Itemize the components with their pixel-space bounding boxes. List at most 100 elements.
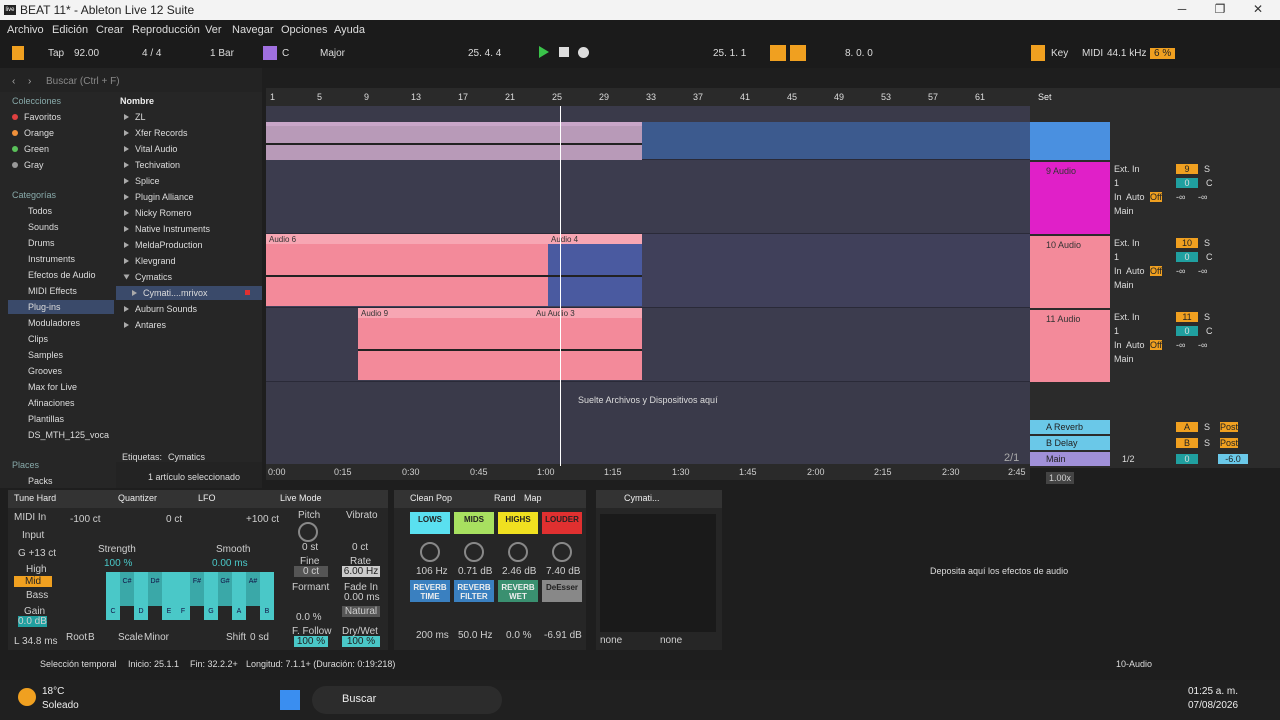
track-number[interactable]: 10 bbox=[1176, 238, 1198, 248]
highs-knob[interactable] bbox=[508, 542, 528, 562]
high-button[interactable]: High bbox=[26, 564, 47, 575]
list-item-selected[interactable]: Cymati....mrivox bbox=[116, 286, 262, 300]
lows-button[interactable]: LOWS bbox=[410, 512, 450, 534]
monitor-auto[interactable]: Auto bbox=[1126, 192, 1145, 202]
stop-icon[interactable] bbox=[559, 47, 569, 57]
follow-field[interactable]: 100 % bbox=[294, 636, 328, 647]
monitor-in[interactable]: In bbox=[1114, 192, 1122, 202]
list-item[interactable]: ZL bbox=[124, 112, 146, 122]
track-number[interactable]: 11 bbox=[1176, 312, 1198, 322]
formant-value[interactable]: 0.0 % bbox=[296, 612, 322, 623]
list-item[interactable]: Klevgrand bbox=[124, 256, 176, 266]
loop-icon[interactable] bbox=[770, 45, 786, 61]
menu-opciones[interactable]: Opciones bbox=[281, 24, 327, 36]
track-lane[interactable]: Audio 6 Audio 4 bbox=[266, 234, 1030, 308]
mids-knob[interactable] bbox=[464, 542, 484, 562]
solo-button[interactable]: S bbox=[1204, 164, 1210, 174]
input-select[interactable]: Ext. In bbox=[1114, 238, 1140, 248]
scale-mode-icon[interactable] bbox=[263, 46, 277, 60]
category-samples[interactable]: Samples bbox=[28, 350, 63, 360]
main-track[interactable]: Main bbox=[1030, 452, 1110, 466]
channel-select[interactable]: 1 bbox=[1114, 326, 1119, 336]
list-item[interactable]: Vital Audio bbox=[124, 144, 177, 154]
input-select[interactable]: Ext. In bbox=[1114, 312, 1140, 322]
key-g[interactable]: G bbox=[204, 572, 218, 620]
place-packs[interactable]: Packs bbox=[28, 476, 53, 486]
map-button[interactable]: Map bbox=[524, 493, 542, 503]
list-item[interactable]: Antares bbox=[124, 320, 166, 330]
post-button[interactable]: Post bbox=[1220, 438, 1239, 448]
output-select[interactable]: Main bbox=[1114, 206, 1134, 216]
solo-button[interactable]: S bbox=[1204, 238, 1210, 248]
volume-field[interactable]: 0 bbox=[1176, 326, 1198, 336]
channel-select[interactable]: 1 bbox=[1114, 252, 1119, 262]
play-icon[interactable] bbox=[539, 46, 549, 58]
track-header[interactable] bbox=[1030, 122, 1110, 160]
time-ruler[interactable]: 0:00 0:15 0:30 0:45 1:00 1:15 1:30 1:45 2:00 2:15… bbox=[266, 464, 1030, 480]
category-moduladores[interactable]: Moduladores bbox=[28, 318, 80, 328]
reverb-filter-button[interactable]: REVERB FILTER bbox=[454, 580, 494, 602]
category-drums[interactable]: Drums bbox=[28, 238, 55, 248]
list-item[interactable]: Auburn Sounds bbox=[124, 304, 197, 314]
monitor-off[interactable]: Off bbox=[1150, 192, 1162, 202]
track-header-11[interactable]: 11 Audio bbox=[1030, 310, 1110, 382]
monitor-off[interactable]: Off bbox=[1150, 340, 1162, 350]
quantize-select[interactable]: 1 Bar bbox=[210, 48, 234, 59]
louder-knob[interactable] bbox=[552, 542, 572, 562]
return-track-b[interactable]: B Delay bbox=[1030, 436, 1110, 450]
send-a[interactable]: -∞ bbox=[1176, 266, 1185, 276]
key-c[interactable]: C bbox=[106, 572, 120, 620]
return-track-a[interactable]: A Reverb bbox=[1030, 420, 1110, 434]
track-header-9[interactable]: 9 Audio bbox=[1030, 162, 1110, 234]
input-select[interactable]: Ext. In bbox=[1114, 164, 1140, 174]
category-max-for-live[interactable]: Max for Live bbox=[28, 382, 77, 392]
menu-edicion[interactable]: Edición bbox=[52, 24, 88, 36]
maximize-icon[interactable]: ❐ bbox=[1212, 2, 1228, 18]
midi-in-toggle[interactable]: MIDI In bbox=[14, 512, 46, 523]
key-g-sharp[interactable]: G# bbox=[218, 572, 232, 606]
monitor-auto[interactable]: Auto bbox=[1126, 266, 1145, 276]
list-item[interactable]: Native Instruments bbox=[124, 224, 210, 234]
smooth-value[interactable]: 0.00 ms bbox=[212, 558, 248, 569]
collection-orange[interactable]: Orange bbox=[12, 128, 54, 138]
track-lane[interactable] bbox=[266, 160, 1030, 234]
louder-button[interactable]: LOUDER bbox=[542, 512, 582, 534]
send-b[interactable]: -∞ bbox=[1198, 340, 1207, 350]
category-plugins[interactable]: Plug-ins bbox=[8, 300, 114, 314]
deesser-button[interactable]: DeEsser bbox=[542, 580, 582, 602]
weather-text[interactable]: Soleado bbox=[42, 700, 79, 711]
device-name[interactable]: Tune Hard bbox=[14, 493, 56, 503]
key-map-button[interactable]: Key bbox=[1051, 48, 1068, 59]
monitor-in[interactable]: In bbox=[1114, 340, 1122, 350]
key-f[interactable]: F bbox=[176, 572, 190, 620]
beat-ruler[interactable]: 1 5 9 13 17 21 25 29 33 37 41 45 49 53 57 61 bbox=[266, 88, 1030, 106]
sidechain-select[interactable]: none bbox=[660, 635, 682, 646]
status-track[interactable]: 10-Audio bbox=[1116, 659, 1152, 669]
send-b[interactable]: -∞ bbox=[1198, 266, 1207, 276]
output-select[interactable]: Main bbox=[1114, 354, 1134, 364]
keyboard-map-icon[interactable] bbox=[1031, 45, 1045, 61]
main-pan[interactable]: -6.0 bbox=[1218, 454, 1248, 464]
category-midi-effects[interactable]: MIDI Effects bbox=[28, 286, 77, 296]
send-a[interactable]: -∞ bbox=[1176, 340, 1185, 350]
menu-ayuda[interactable]: Ayuda bbox=[334, 24, 365, 36]
solo-button[interactable]: S bbox=[1204, 312, 1210, 322]
track-header-10[interactable]: 10 Audio bbox=[1030, 236, 1110, 308]
fade-field[interactable]: 0.00 ms bbox=[344, 592, 380, 603]
live-mode-toggle[interactable]: Live Mode bbox=[280, 493, 322, 503]
punch-icon[interactable] bbox=[790, 45, 806, 61]
list-item[interactable]: Techivation bbox=[124, 160, 180, 170]
rate-field[interactable]: 6.00 Hz bbox=[342, 566, 380, 577]
tags-value[interactable]: Cymatics bbox=[168, 452, 205, 462]
bass-button[interactable]: Bass bbox=[26, 590, 48, 601]
solo-button[interactable]: S bbox=[1204, 438, 1210, 448]
rand-button[interactable]: Rand bbox=[494, 493, 516, 503]
tap-button[interactable]: Tap bbox=[48, 48, 64, 59]
quantizer-tab[interactable]: Quantizer bbox=[118, 493, 157, 503]
category-todos[interactable]: Todos bbox=[28, 206, 52, 216]
record-icon[interactable] bbox=[578, 47, 589, 58]
category-sounds[interactable]: Sounds bbox=[28, 222, 59, 232]
volume-field[interactable]: 0 bbox=[1176, 252, 1198, 262]
output-select[interactable]: Main bbox=[1114, 280, 1134, 290]
audio-clip-selected[interactable]: Audio 4 bbox=[548, 234, 642, 306]
